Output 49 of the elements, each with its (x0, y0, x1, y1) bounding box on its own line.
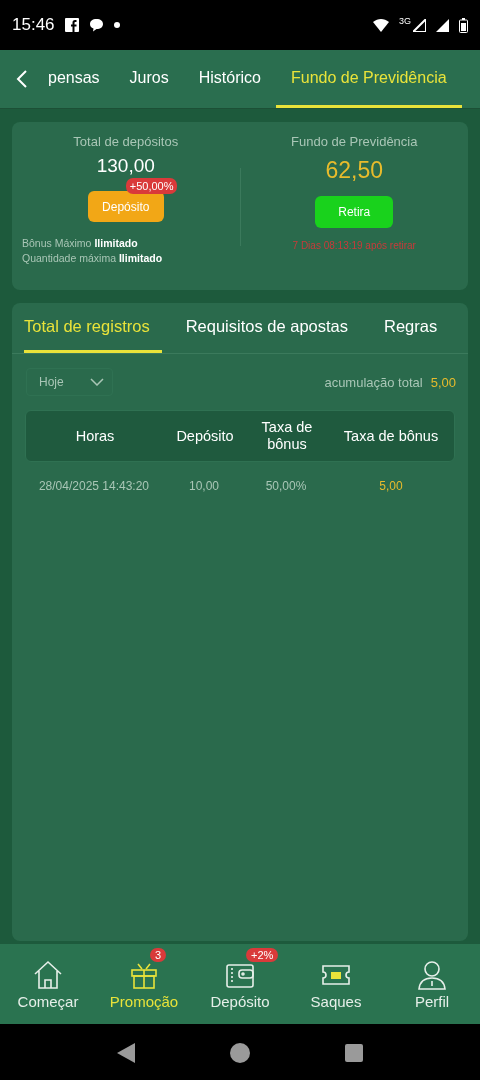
deposits-label: Total de depósitos (73, 134, 179, 149)
person-icon (416, 958, 448, 991)
dot-icon (113, 22, 120, 28)
network-type: 3G (399, 16, 411, 26)
period-dropdown[interactable]: Hoje (26, 368, 113, 396)
table-cell-text: 5,00 (378, 479, 404, 493)
fund-label: Fundo de Previdência (291, 134, 418, 149)
nav-tab[interactable]: Fundo de Previdência (275, 50, 462, 108)
table-cell-text: 10,00 (188, 479, 220, 493)
column-header: Taxa de bônus (342, 427, 440, 445)
max-quantity-text: Quantidade máxima Ilimitado (22, 251, 163, 266)
nav-item[interactable]: Começar (0, 944, 96, 1024)
nav-tab[interactable]: Histórico (183, 50, 276, 108)
facebook-icon (64, 18, 79, 32)
recents-icon[interactable] (344, 1043, 363, 1062)
table-cell-text: 50,00% (264, 479, 308, 493)
records-tab[interactable]: Total de registros (24, 303, 162, 353)
signal-icon (436, 18, 449, 32)
nav-tab[interactable]: pensas (44, 50, 115, 108)
max-bonus-text: Bônus Máximo Ilimitado (22, 236, 139, 251)
bonus-badge: +50,00% (125, 178, 178, 194)
nav-item[interactable]: Saques (288, 944, 384, 1024)
nav-item[interactable]: Perfil (384, 944, 480, 1024)
records-tab[interactable]: Regras (384, 303, 450, 353)
table-cell-text: 28/04/2025 14:43:20 (37, 479, 151, 493)
signal-icon (413, 18, 426, 32)
total-label: acumulação total (324, 374, 423, 390)
chat-icon (88, 18, 104, 32)
nav-item[interactable]: Promoção 3 (96, 944, 192, 1024)
home-icon (32, 958, 64, 991)
records-tab[interactable]: Requisitos de apostas (185, 303, 360, 353)
battery-icon (459, 17, 468, 33)
total-value: 5,00 (430, 374, 456, 390)
chevron-icon (89, 378, 104, 386)
back-icon[interactable] (14, 69, 30, 89)
back-icon[interactable] (117, 1042, 136, 1063)
count-badge: +2% (246, 948, 279, 962)
wifi-icon (373, 18, 389, 32)
deposits-value: 130,00 (96, 155, 155, 177)
count-badge: 3 (150, 948, 167, 962)
column-header: Horas (74, 427, 116, 445)
countdown-text: 7 Dias 08:13:19 após retirar (292, 240, 416, 251)
fund-value: 62,50 (325, 157, 384, 184)
column-header: Depósito (175, 427, 235, 445)
column-header: Taxa de bônus (260, 419, 314, 453)
home-icon[interactable] (230, 1042, 250, 1063)
nav-tab[interactable]: Juros (114, 50, 184, 108)
clock: 15:46 (12, 15, 55, 35)
nav-item[interactable]: Depósito +2% (192, 944, 288, 1024)
